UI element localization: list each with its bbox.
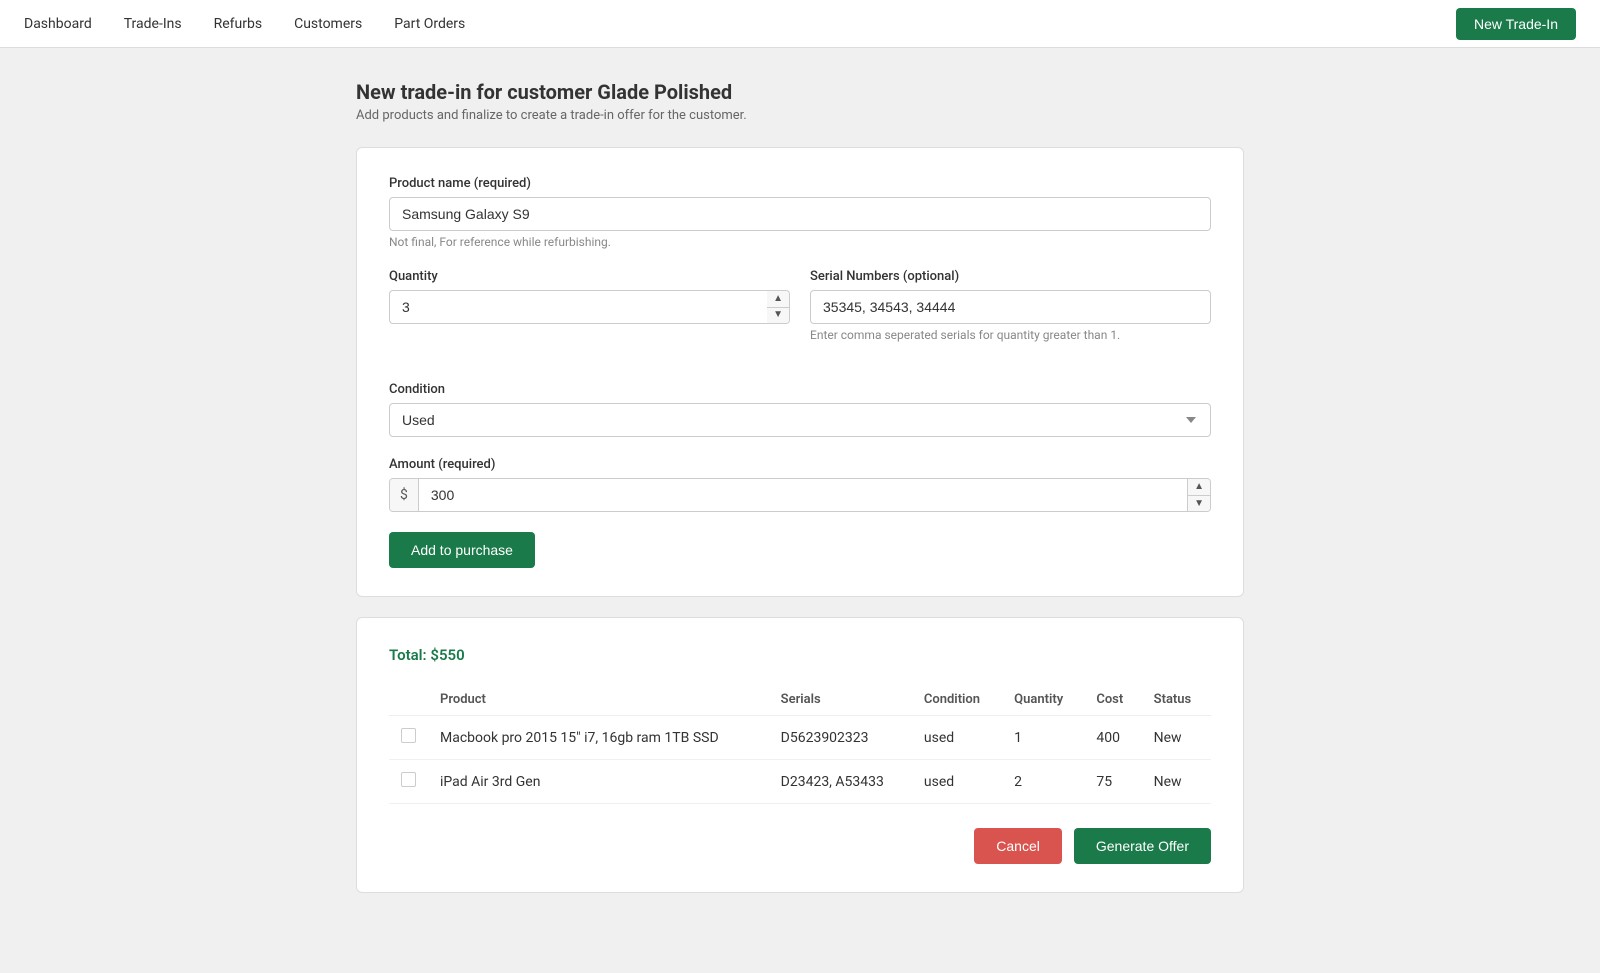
row2-serials: D23423, A53433 (769, 760, 912, 804)
header-product: Product (428, 684, 769, 716)
row1-serials: D5623902323 (769, 716, 912, 760)
amount-label: Amount (required) (389, 457, 1211, 472)
row1-quantity: 1 (1002, 716, 1084, 760)
summary-card: Total: $550 Product Serials Condition Qu… (356, 617, 1244, 893)
product-name-group: Product name (required) Not final, For r… (389, 176, 1211, 249)
amount-group: Amount (required) $ ▲ ▼ (389, 457, 1211, 512)
amount-decrement[interactable]: ▼ (1188, 496, 1210, 512)
row2-product: iPad Air 3rd Gen (428, 760, 769, 804)
row2-status: New (1142, 760, 1211, 804)
quantity-serial-row: Quantity ▲ ▼ Serial Numbers (optional) E… (389, 269, 1211, 362)
footer-actions: Cancel Generate Offer (389, 828, 1211, 864)
table-row: Macbook pro 2015 15" i7, 16gb ram 1TB SS… (389, 716, 1211, 760)
amount-wrapper: $ ▲ ▼ (389, 478, 1211, 512)
row2-quantity: 2 (1002, 760, 1084, 804)
new-tradein-button[interactable]: New Trade-In (1456, 8, 1576, 40)
total-label: Total: $550 (389, 646, 1211, 664)
row2-cost: 75 (1084, 760, 1141, 804)
serial-hint: Enter comma seperated serials for quanti… (810, 328, 1211, 342)
page-title: New trade-in for customer Glade Polished (356, 80, 1244, 104)
quantity-input[interactable] (389, 290, 767, 324)
nav-links: Dashboard Trade-Ins Refurbs Customers Pa… (24, 16, 465, 32)
row1-checkbox[interactable] (401, 728, 416, 743)
header-serials: Serials (769, 684, 912, 716)
amount-spinner-buttons: ▲ ▼ (1187, 479, 1210, 511)
product-name-hint: Not final, For reference while refurbish… (389, 235, 1211, 249)
nav-trade-ins[interactable]: Trade-Ins (124, 16, 182, 32)
quantity-increment[interactable]: ▲ (767, 291, 789, 308)
cancel-button[interactable]: Cancel (974, 828, 1062, 864)
nav-customers[interactable]: Customers (294, 16, 362, 32)
condition-select[interactable]: Used New Broken Parts Only (389, 403, 1211, 437)
quantity-decrement[interactable]: ▼ (767, 308, 789, 324)
row1-product: Macbook pro 2015 15" i7, 16gb ram 1TB SS… (428, 716, 769, 760)
quantity-spinner-wrapper: ▲ ▼ (389, 290, 790, 324)
table-header: Product Serials Condition Quantity Cost … (389, 684, 1211, 716)
products-table: Product Serials Condition Quantity Cost … (389, 684, 1211, 804)
quantity-spinner-buttons: ▲ ▼ (767, 290, 790, 324)
nav-dashboard[interactable]: Dashboard (24, 16, 92, 32)
quantity-label: Quantity (389, 269, 790, 284)
row2-condition: used (912, 760, 1002, 804)
dollar-prefix: $ (390, 479, 419, 511)
add-to-purchase-button[interactable]: Add to purchase (389, 532, 535, 568)
row1-status: New (1142, 716, 1211, 760)
table-row: iPad Air 3rd Gen D23423, A53433 used 2 7… (389, 760, 1211, 804)
amount-increment[interactable]: ▲ (1188, 479, 1210, 496)
condition-label: Condition (389, 382, 1211, 397)
serial-label: Serial Numbers (optional) (810, 269, 1211, 284)
header-status: Status (1142, 684, 1211, 716)
form-card: Product name (required) Not final, For r… (356, 147, 1244, 597)
row2-checkbox[interactable] (401, 772, 416, 787)
header-condition: Condition (912, 684, 1002, 716)
amount-input[interactable] (419, 479, 1187, 511)
row1-condition: used (912, 716, 1002, 760)
row1-cost: 400 (1084, 716, 1141, 760)
header-checkbox-col (389, 684, 428, 716)
product-name-label: Product name (required) (389, 176, 1211, 191)
page-subtitle: Add products and finalize to create a tr… (356, 108, 1244, 123)
serial-input[interactable] (810, 290, 1211, 324)
main-content: New trade-in for customer Glade Polished… (340, 48, 1260, 973)
nav-part-orders[interactable]: Part Orders (394, 16, 465, 32)
serial-group: Serial Numbers (optional) Enter comma se… (810, 269, 1211, 342)
row2-checkbox-cell (389, 760, 428, 804)
nav-refurbs[interactable]: Refurbs (214, 16, 262, 32)
product-name-input[interactable] (389, 197, 1211, 231)
quantity-group: Quantity ▲ ▼ (389, 269, 790, 342)
row1-checkbox-cell (389, 716, 428, 760)
products-table-container: Product Serials Condition Quantity Cost … (389, 684, 1211, 804)
condition-group: Condition Used New Broken Parts Only (389, 382, 1211, 437)
header-cost: Cost (1084, 684, 1141, 716)
table-body: Macbook pro 2015 15" i7, 16gb ram 1TB SS… (389, 716, 1211, 804)
header-quantity: Quantity (1002, 684, 1084, 716)
generate-offer-button[interactable]: Generate Offer (1074, 828, 1211, 864)
navbar: Dashboard Trade-Ins Refurbs Customers Pa… (0, 0, 1600, 48)
